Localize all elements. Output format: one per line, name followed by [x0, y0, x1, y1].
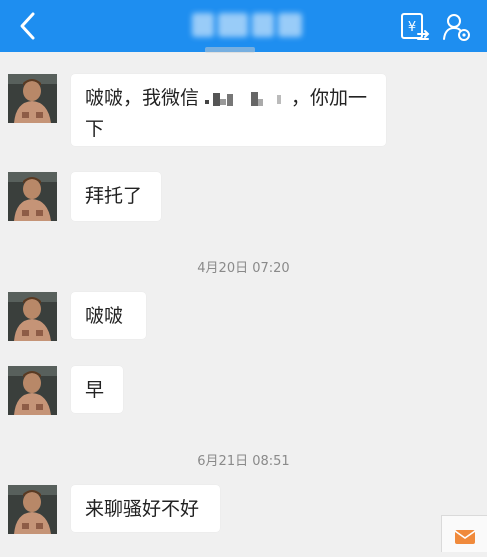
- avatar-photo: [8, 172, 57, 221]
- redacted-mosaic: [199, 90, 291, 108]
- avatar-photo: [8, 485, 57, 534]
- message-text: 拜托了: [85, 185, 143, 207]
- contact-avatar[interactable]: [8, 485, 57, 534]
- transfer-button[interactable]: ¥: [398, 10, 432, 44]
- yuan-transfer-icon: ¥: [401, 13, 430, 40]
- message-bubble[interactable]: 拜托了: [71, 172, 161, 221]
- svg-text:¥: ¥: [408, 20, 416, 35]
- chat-title-redacted: [192, 13, 302, 37]
- avatar-photo: [8, 74, 57, 123]
- contact-avatar[interactable]: [8, 292, 57, 341]
- profile-settings-button[interactable]: [440, 10, 474, 44]
- user-settings-icon: [443, 14, 470, 41]
- message-bubble[interactable]: 啵啵: [71, 292, 146, 339]
- chat-header: ¥: [0, 0, 487, 52]
- mail-button[interactable]: [441, 515, 487, 552]
- contact-avatar[interactable]: [8, 366, 57, 415]
- message-bubble[interactable]: 早: [71, 366, 123, 413]
- message-bubble[interactable]: 来聊骚好不好: [71, 485, 220, 532]
- contact-avatar[interactable]: [8, 74, 57, 123]
- message-timestamp: 4月20日 07:20: [197, 261, 290, 276]
- message-text: 来聊骚好不好: [85, 498, 200, 520]
- clipped-timestamp: [205, 47, 255, 53]
- message-bubble[interactable]: 啵啵，我微信 ，你加一下: [71, 74, 386, 146]
- mail-icon: [454, 530, 476, 544]
- contact-avatar[interactable]: [8, 172, 57, 221]
- avatar-photo: [8, 366, 57, 415]
- message-timestamp: 6月21日 08:51: [197, 454, 290, 469]
- avatar-photo: [8, 292, 57, 341]
- back-button[interactable]: [14, 10, 44, 42]
- message-text-part: 啵啵，我微信: [85, 87, 200, 109]
- message-text: 啵啵: [85, 305, 124, 327]
- message-text: 早: [85, 379, 105, 401]
- chevron-left-icon: [20, 12, 35, 40]
